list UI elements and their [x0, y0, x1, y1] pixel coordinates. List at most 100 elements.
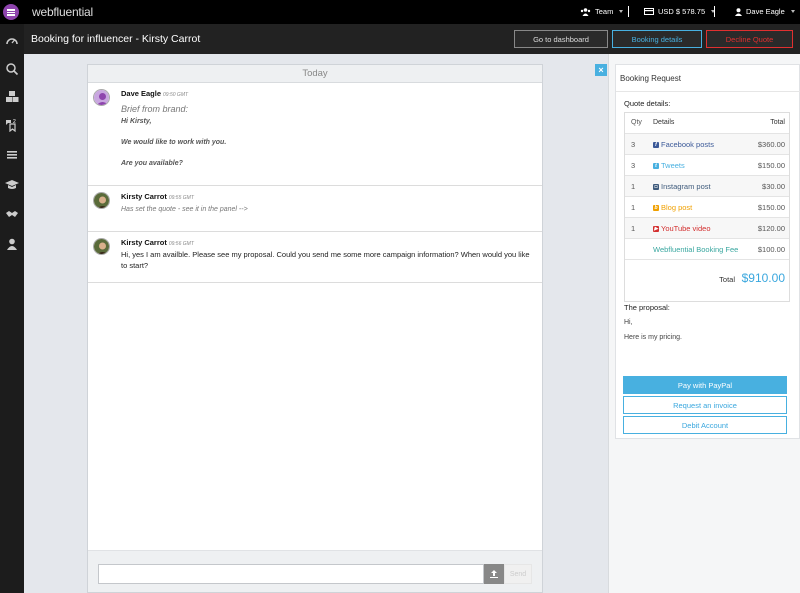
facebook-icon: f	[653, 141, 659, 148]
message-time: 09:56 GMT	[168, 241, 194, 247]
table-row: 1 ▶ YouTube video $120.00	[625, 218, 789, 239]
twitter-icon: t	[653, 162, 659, 169]
notification-badge: 2	[13, 119, 16, 125]
dashboard-gauge-icon[interactable]	[5, 34, 19, 48]
balance-menu[interactable]: USD $ 578.75	[644, 7, 716, 16]
team-menu[interactable]: Team	[580, 7, 624, 16]
column-header-qty: Qty	[631, 119, 642, 126]
row-total: $120.00	[757, 224, 785, 233]
message-line: Are you available?	[121, 160, 183, 167]
message-brief-label: Brief from brand:	[121, 104, 189, 114]
row-qty: 1	[631, 224, 636, 233]
table-row: 1 ◘ Instagram post $30.00	[625, 176, 789, 197]
booking-details-button[interactable]: Booking details	[612, 30, 702, 48]
booking-request-title: Booking Request	[620, 74, 681, 83]
total-value: $910.00	[741, 271, 785, 285]
cubes-icon[interactable]	[5, 90, 19, 104]
column-header-total: Total	[770, 119, 785, 126]
credit-card-icon	[644, 8, 654, 15]
divider	[628, 6, 629, 17]
close-icon: ×	[598, 65, 604, 75]
divider	[714, 6, 715, 17]
table-header: Qty Details Total	[625, 113, 789, 134]
chat-bookmark-icon[interactable]: 2	[5, 118, 19, 132]
message-note: Has set the quote - see it in the panel …	[121, 206, 248, 213]
row-details: ▶ YouTube video	[653, 224, 711, 233]
pay-with-paypal-button[interactable]: Pay with PayPal	[623, 376, 787, 394]
profile-icon[interactable]	[5, 237, 19, 251]
user-icon	[735, 7, 742, 16]
proposal-label: The proposal:	[624, 303, 670, 312]
table-row: 3 f Facebook posts $360.00	[625, 134, 789, 155]
avatar	[93, 89, 110, 106]
row-total: $30.00	[762, 182, 785, 191]
chevron-down-icon	[790, 10, 795, 13]
page-title: Booking for influencer - Kirsty Carrot	[31, 33, 201, 45]
upload-icon	[490, 570, 498, 578]
debit-account-button[interactable]: Debit Account	[623, 416, 787, 434]
message-author: Kirsty Carrot 09:56 GMT	[121, 238, 194, 247]
message-line: Hi Kirsty,	[121, 118, 152, 125]
row-total: $150.00	[757, 161, 785, 170]
app-logo[interactable]: webfluential	[32, 5, 93, 19]
chat-panel: Today Dave Eagle 09:50 GMT Brief from bra…	[87, 64, 543, 593]
message-text: Hi, yes I am availble. Please see my pro…	[121, 250, 530, 270]
column-header-details: Details	[653, 119, 675, 126]
row-total: $100.00	[757, 245, 785, 254]
youtube-icon: ▶	[653, 225, 659, 232]
chevron-down-icon	[619, 10, 624, 13]
instagram-icon: ◘	[653, 183, 659, 190]
chat-message: Kirsty Carrot 09:55 GMT Has set the quote…	[88, 186, 542, 232]
user-label: Dave Eagle	[746, 7, 785, 16]
date-header: Today	[88, 65, 542, 83]
row-qty: 1	[631, 182, 636, 191]
message-composer: Send	[88, 550, 542, 592]
avatar	[93, 192, 110, 209]
balance-label: USD $ 578.75	[658, 7, 706, 16]
total-label: Total	[719, 275, 735, 284]
message-author: Kirsty Carrot 09:55 GMT	[121, 192, 194, 201]
quote-details-label: Quote details:	[624, 99, 671, 108]
close-panel-button[interactable]: ×	[595, 64, 607, 76]
message-time: 09:55 GMT	[168, 195, 194, 201]
avatar	[93, 238, 110, 255]
row-qty: 3	[631, 161, 636, 170]
message-time: 09:50 GMT	[163, 92, 189, 98]
proposal-text: Here is my pricing.	[624, 334, 682, 341]
user-menu[interactable]: Dave Eagle	[735, 7, 795, 16]
team-icon	[580, 7, 591, 16]
message-input[interactable]	[98, 564, 484, 584]
request-invoice-button[interactable]: Request an invoice	[623, 396, 787, 414]
row-details: Webfluential Booking Fee	[653, 245, 739, 254]
blog-icon: b	[653, 204, 659, 211]
row-total: $150.00	[757, 203, 785, 212]
table-row: 3 t Tweets $150.00	[625, 155, 789, 176]
send-button[interactable]: Send	[504, 564, 532, 584]
proposal-text: Hi,	[624, 319, 633, 326]
handshake-icon[interactable]	[5, 207, 19, 221]
team-label: Team	[595, 7, 614, 16]
row-details: f Facebook posts	[653, 140, 714, 149]
row-details: b Blog post	[653, 203, 693, 212]
top-bar: webfluential Team USD $ 578.75 Dave Eagl…	[0, 0, 800, 24]
decline-quote-button[interactable]: Decline Quote	[706, 30, 793, 48]
go-to-dashboard-button[interactable]: Go to dashboard	[514, 30, 608, 48]
chat-message: Dave Eagle 09:50 GMT Brief from brand: Hi…	[88, 83, 542, 186]
page-header: Booking for influencer - Kirsty Carrot G…	[24, 24, 800, 54]
sidebar: 2	[0, 24, 24, 593]
graduation-cap-icon[interactable]	[5, 178, 19, 192]
menu-icon[interactable]	[3, 4, 19, 20]
row-details: ◘ Instagram post	[653, 182, 711, 191]
chat-message: Kirsty Carrot 09:56 GMT Hi, yes I am avai…	[88, 232, 542, 283]
message-author: Dave Eagle 09:50 GMT	[121, 89, 189, 98]
message-line: We would like to work with you.	[121, 139, 227, 146]
table-row: Webfluential Booking Fee $100.00	[625, 239, 789, 260]
row-qty: 1	[631, 203, 636, 212]
list-icon[interactable]	[5, 148, 19, 162]
row-qty: 3	[631, 140, 636, 149]
row-total: $360.00	[757, 140, 785, 149]
quote-table: Qty Details Total 3 f Facebook posts $360…	[624, 112, 790, 302]
upload-button[interactable]	[484, 564, 504, 584]
total-row: Total $910.00	[625, 260, 789, 301]
search-icon[interactable]	[5, 62, 19, 76]
